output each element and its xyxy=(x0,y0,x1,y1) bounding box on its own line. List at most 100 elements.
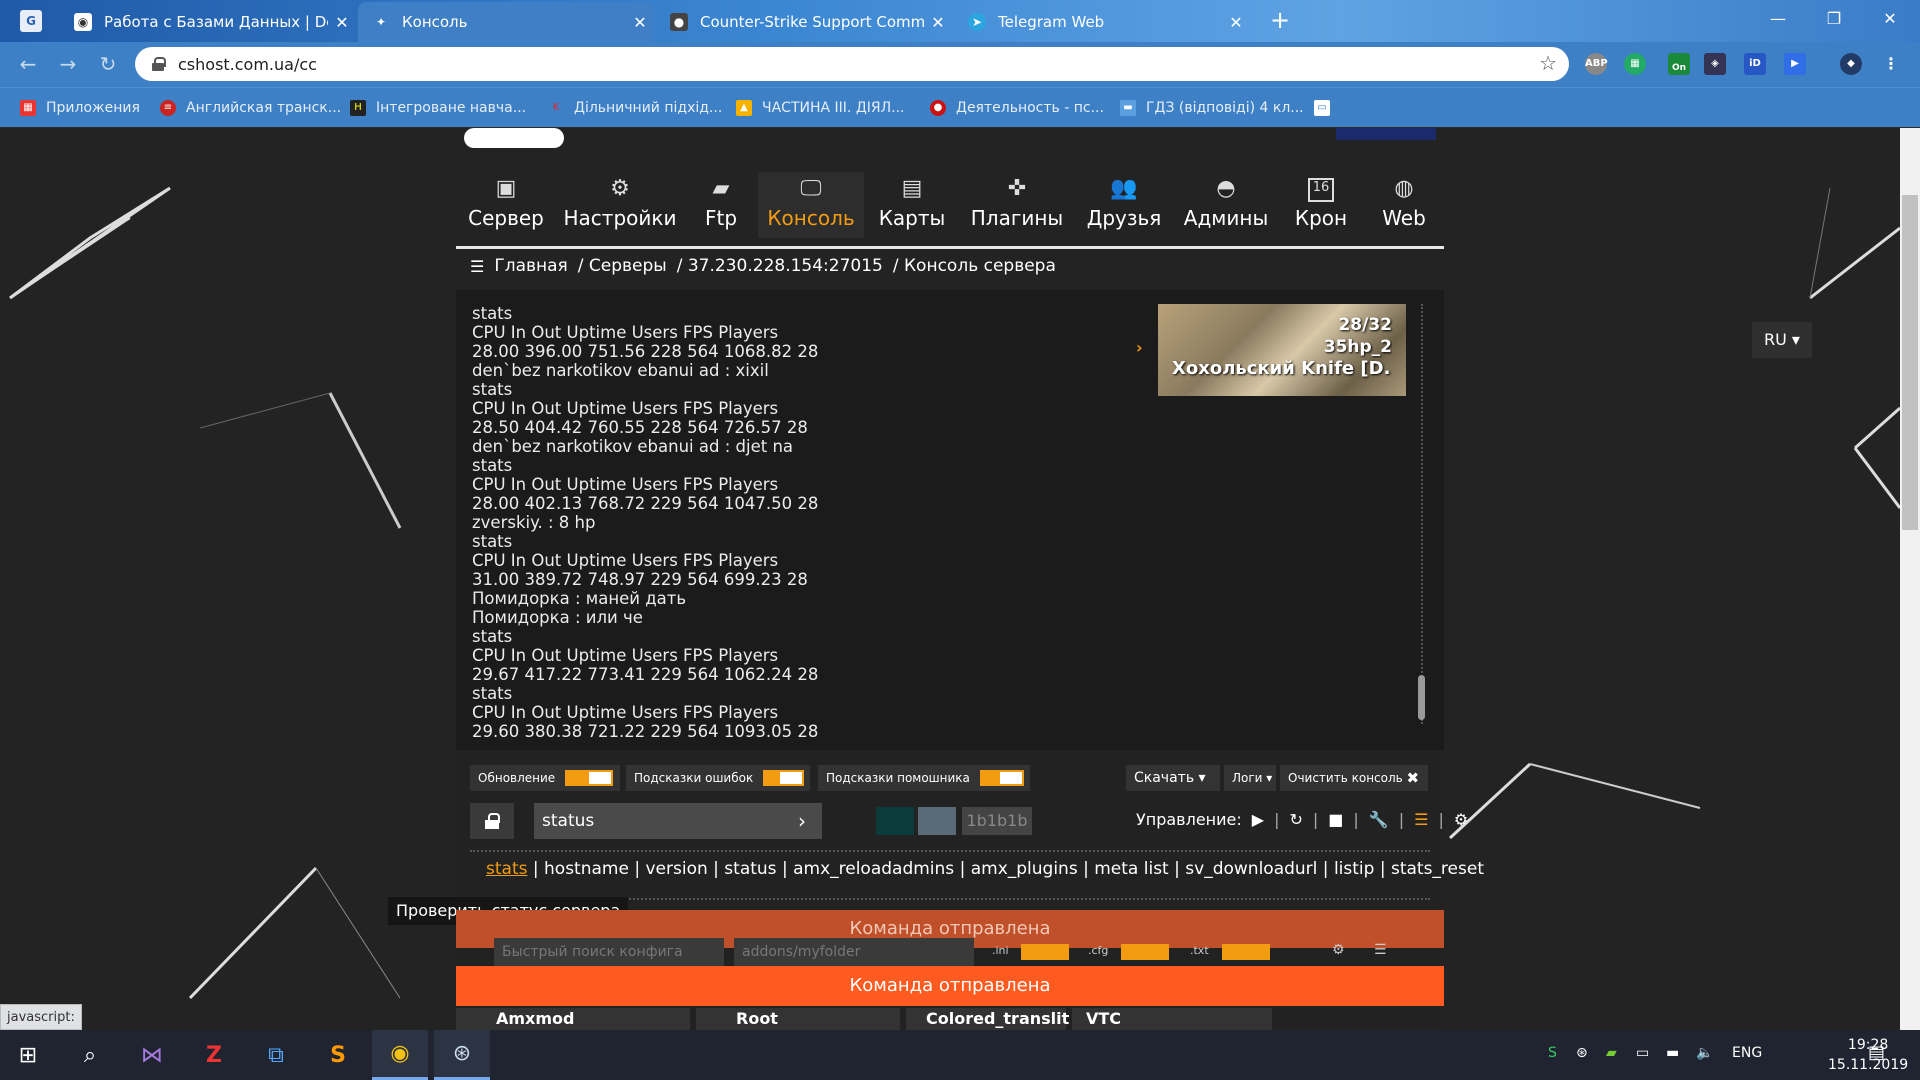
lock-icon[interactable] xyxy=(152,57,166,71)
folder-path-input[interactable]: addons/myfolder xyxy=(734,938,974,966)
minimize-button[interactable]: — xyxy=(1758,4,1798,34)
gear-icon[interactable]: ⚙ xyxy=(1332,942,1345,958)
menu-item-friends[interactable]: 👥 Друзья xyxy=(1074,172,1174,238)
extension-colors-icon[interactable]: ▦ xyxy=(1624,53,1646,75)
update-toggle[interactable]: Обновление xyxy=(470,765,620,791)
cfg-switch[interactable] xyxy=(1121,944,1169,960)
tray-battery-icon[interactable]: ▬ xyxy=(1666,1045,1679,1061)
command-input[interactable] xyxy=(534,803,822,839)
tab-root[interactable]: Root xyxy=(696,1008,900,1030)
quick-command-link[interactable]: stats xyxy=(486,859,527,879)
tab-vtc[interactable]: VTC xyxy=(1072,1008,1272,1030)
gear-icon[interactable]: ⚙ xyxy=(1454,810,1468,829)
txt-switch[interactable] xyxy=(1222,944,1270,960)
bookmark-gdz[interactable]: ▬ ГДЗ (відповіді) 4 кл... xyxy=(1120,96,1304,120)
new-tab-button[interactable]: + xyxy=(1265,6,1295,36)
color-hex-field[interactable]: 1b1b1b xyxy=(962,807,1032,835)
menu-item-cron[interactable]: 16 Крон xyxy=(1278,172,1364,238)
server-info-card[interactable]: 28/32 35hp_2 Хохольский Knife [D... xyxy=(1158,304,1406,396)
quick-command-link[interactable]: stats_reset xyxy=(1391,859,1484,879)
notifications-icon[interactable]: ▤ xyxy=(1868,1042,1885,1063)
color-swatch-teal[interactable] xyxy=(876,807,914,835)
page-scrollbar-thumb[interactable] xyxy=(1902,195,1918,530)
quick-command-link[interactable]: sv_downloadurl xyxy=(1185,859,1317,879)
bookmark-activity[interactable]: ● Деятельность - пс... xyxy=(930,96,1104,120)
adblock-icon[interactable]: ABP xyxy=(1585,53,1608,75)
menu-item-ftp[interactable]: ▰ Ftp xyxy=(684,172,758,238)
close-icon[interactable]: ✕ xyxy=(328,13,356,32)
quick-command-link[interactable]: amx_reloadadmins xyxy=(793,859,954,879)
color-swatch-dark[interactable] xyxy=(834,807,872,835)
menu-item-maps[interactable]: ▤ Карты xyxy=(864,172,960,238)
filezilla-icon[interactable]: Z xyxy=(186,1030,242,1080)
tray-nvidia-icon[interactable]: ▰ xyxy=(1606,1045,1617,1061)
tab-telegram[interactable]: ➤ Telegram Web ✕ xyxy=(954,2,1250,42)
quick-command-link[interactable]: hostname xyxy=(544,859,629,879)
error-hints-switch[interactable] xyxy=(763,770,804,786)
tab-colored-translit[interactable]: Colored_translit xyxy=(906,1008,1069,1030)
extension-on-icon[interactable]: On xyxy=(1668,53,1690,75)
play-extension-icon[interactable]: ▶ xyxy=(1784,53,1806,75)
wrench-icon[interactable]: 🔧 xyxy=(1369,810,1389,829)
quick-command-link[interactable]: version xyxy=(645,859,707,879)
url-text[interactable]: cshost.com.ua/cc xyxy=(178,55,317,74)
console-output[interactable]: stats CPU In Out Uptime Users FPS Players… xyxy=(456,290,1444,750)
quick-command-link[interactable]: status xyxy=(724,859,776,879)
list-view-icon[interactable]: ☰ xyxy=(1374,942,1387,958)
bookmark-star-icon[interactable]: ☆ xyxy=(1539,51,1557,75)
bookmark-apps[interactable]: ▦ Приложения xyxy=(20,96,140,120)
config-search-input[interactable]: Быстрый поиск конфига xyxy=(494,938,724,966)
menu-item-plugins[interactable]: ✜ Плагины xyxy=(960,172,1074,238)
tray-network-icon[interactable]: ▭ xyxy=(1636,1045,1649,1061)
tab-amxmod[interactable]: Amxmod xyxy=(456,1008,690,1030)
bookmark-integrated[interactable]: H Інтегроване навча... xyxy=(350,96,526,120)
breadcrumb-servers[interactable]: / Серверы xyxy=(578,256,667,276)
bookmark-district[interactable]: K Дільничний підхід... xyxy=(548,96,723,120)
bookmark-part3[interactable]: ▲ ЧАСТИНА III. ДІЯЛ... xyxy=(736,96,905,120)
quick-command-link[interactable]: meta list xyxy=(1094,859,1168,879)
tray-skype-icon[interactable]: S xyxy=(1548,1045,1557,1061)
tray-volume-icon[interactable]: 🔈 xyxy=(1696,1045,1713,1061)
steam-taskbar-icon[interactable]: ⊛ xyxy=(434,1030,490,1080)
visual-studio-icon[interactable]: ⋈ xyxy=(124,1030,180,1080)
cube-icon[interactable]: ◈ xyxy=(1704,53,1726,75)
update-switch[interactable] xyxy=(565,770,614,786)
menu-item-console[interactable]: 🖵 Консоль xyxy=(758,172,864,238)
close-icon[interactable]: ✕ xyxy=(626,13,654,32)
restart-icon[interactable]: ↻ xyxy=(1289,810,1302,829)
helper-hints-toggle[interactable]: Подсказки помошника xyxy=(818,765,1030,791)
menu-item-admins[interactable]: ◓ Админы xyxy=(1174,172,1278,238)
logs-dropdown[interactable]: Логи ▾ xyxy=(1224,765,1276,791)
stop-icon[interactable]: ■ xyxy=(1328,810,1343,829)
search-icon[interactable]: ⌕ xyxy=(62,1030,118,1080)
close-window-button[interactable]: ✕ xyxy=(1870,4,1910,34)
play-icon[interactable]: ▶ xyxy=(1252,810,1264,829)
google-translate-icon[interactable]: G xyxy=(20,10,42,32)
address-bar[interactable]: cshost.com.ua/cc ☆ xyxy=(135,47,1569,81)
chrome-icon[interactable]: ◉ xyxy=(372,1030,428,1080)
list-icon[interactable]: ☰ xyxy=(1414,810,1428,829)
windows-start-icon[interactable]: ⊞ xyxy=(0,1030,56,1080)
send-command-icon[interactable]: › xyxy=(782,803,822,839)
console-scrollbar-thumb[interactable] xyxy=(1418,675,1425,720)
ini-switch[interactable] xyxy=(1021,944,1069,960)
tab-console[interactable]: ✦ Консоль ✕ xyxy=(358,2,654,42)
helper-hints-switch[interactable] xyxy=(979,770,1024,786)
error-hints-toggle[interactable]: Подсказки ошибок xyxy=(626,765,810,791)
bookmark-chat[interactable]: ▭ xyxy=(1314,96,1340,120)
network-icon[interactable]: ⧉ xyxy=(248,1030,304,1080)
quick-command-link[interactable]: listip xyxy=(1334,859,1374,879)
sublime-icon[interactable]: S xyxy=(310,1030,366,1080)
breadcrumb-home[interactable]: Главная xyxy=(494,256,567,276)
reload-icon[interactable]: ↻ xyxy=(96,52,120,76)
tray-steam-icon[interactable]: ⊛ xyxy=(1576,1045,1588,1061)
menu-item-server[interactable]: ▣ Сервер xyxy=(456,172,556,238)
tab-dev[interactable]: ◉ Работа с Базами Данных | Dev-C ✕ xyxy=(60,2,356,42)
forward-icon[interactable]: → xyxy=(56,52,80,76)
console-scrollbar-track[interactable] xyxy=(1421,304,1423,724)
menu-item-settings[interactable]: ⚙ Настройки xyxy=(556,172,684,238)
profile-icon[interactable]: ◆ xyxy=(1840,53,1862,75)
chevron-right-icon[interactable]: › xyxy=(1136,338,1143,357)
color-swatch-gray[interactable] xyxy=(918,807,956,835)
language-dropdown[interactable]: RU ▾ xyxy=(1752,322,1812,358)
